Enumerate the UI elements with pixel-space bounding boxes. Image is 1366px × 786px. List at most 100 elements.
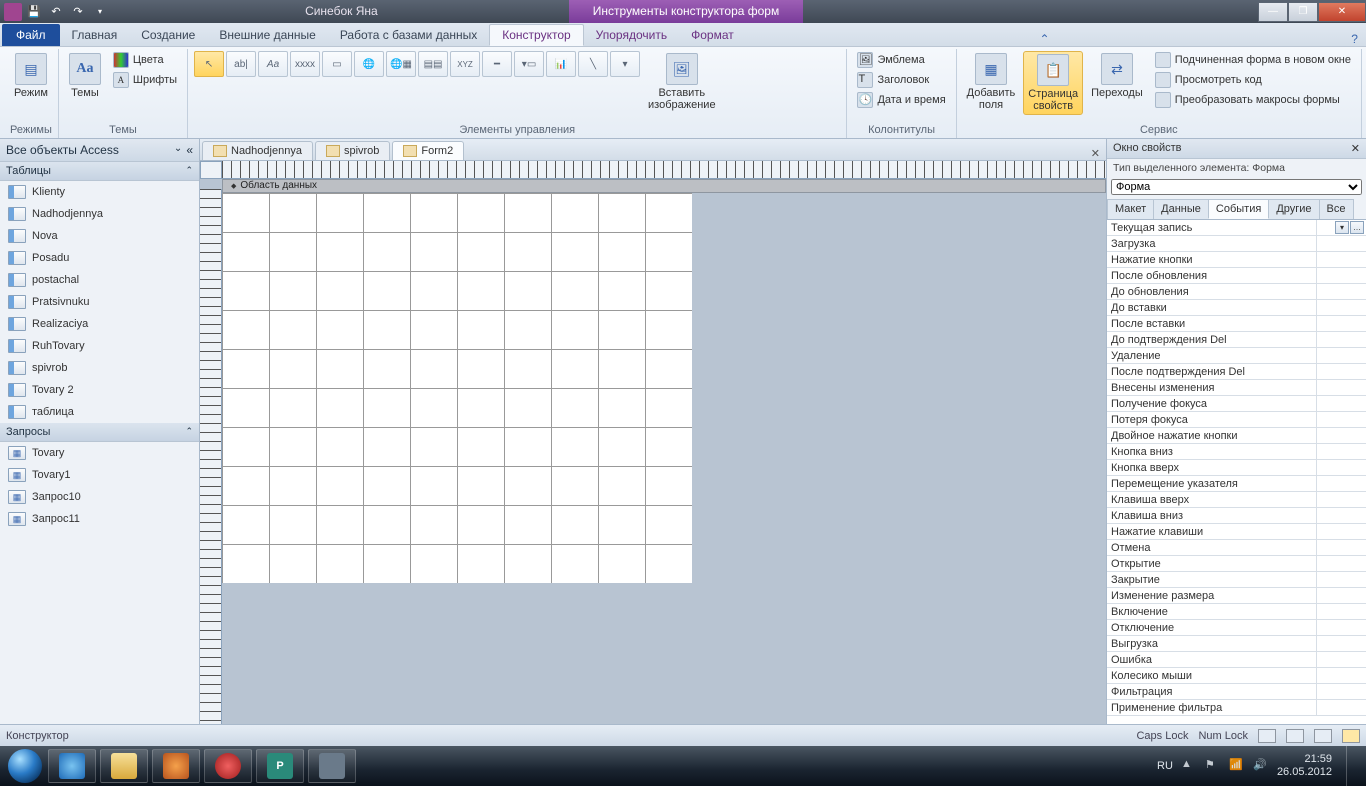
help-icon[interactable]: ? — [1343, 32, 1366, 46]
form-design-surface[interactable]: Область данных — [200, 161, 1106, 724]
prop-value[interactable] — [1316, 524, 1366, 539]
prop-value[interactable] — [1316, 316, 1366, 331]
prop-row[interactable]: Открытие — [1107, 556, 1366, 572]
nav-item[interactable]: Tovary — [0, 442, 199, 464]
prop-value[interactable] — [1316, 636, 1366, 651]
doc-tab-0[interactable]: Nadhodjennya — [202, 141, 313, 160]
prop-value[interactable] — [1316, 444, 1366, 459]
prop-value[interactable] — [1316, 652, 1366, 667]
nav-item[interactable]: Запрос10 — [0, 486, 199, 508]
property-sheet-button[interactable]: 📋 Страницасвойств — [1023, 51, 1083, 115]
vertical-ruler[interactable] — [200, 189, 222, 724]
prop-value[interactable] — [1316, 236, 1366, 251]
prop-value[interactable] — [1316, 252, 1366, 267]
ctl-pagebreak[interactable]: ━ — [482, 51, 512, 77]
ptab-other[interactable]: Другие — [1268, 199, 1319, 219]
taskbar-publisher[interactable]: P — [256, 749, 304, 783]
view-button[interactable]: ▤ Режим — [10, 51, 52, 101]
close-tab-icon[interactable]: ✕ — [1085, 147, 1106, 160]
prop-row[interactable]: Внесены изменения — [1107, 380, 1366, 396]
nav-item[interactable]: Pratsivnuku — [0, 291, 199, 313]
prop-value[interactable] — [1316, 588, 1366, 603]
nav-item[interactable]: Tovary 2 — [0, 379, 199, 401]
tray-volume-icon[interactable]: 🔊 — [1253, 758, 1269, 774]
prop-row[interactable]: До обновления — [1107, 284, 1366, 300]
prop-row[interactable]: Изменение размера — [1107, 588, 1366, 604]
nav-item[interactable]: таблица — [0, 401, 199, 423]
nav-section-header[interactable]: Таблицы⌃ — [0, 162, 199, 181]
prop-value[interactable] — [1316, 332, 1366, 347]
ptab-layout[interactable]: Макет — [1107, 199, 1154, 219]
prop-value[interactable] — [1316, 348, 1366, 363]
nav-item[interactable]: RuhTovary — [0, 335, 199, 357]
prop-value[interactable] — [1316, 556, 1366, 571]
prop-value[interactable] — [1316, 684, 1366, 699]
taskbar-opera[interactable] — [204, 749, 252, 783]
prop-row[interactable]: Клавиша вверх — [1107, 492, 1366, 508]
prop-row[interactable]: Потеря фокуса — [1107, 412, 1366, 428]
ctl-button[interactable]: xxxx — [290, 51, 320, 77]
doc-tab-1[interactable]: spivrob — [315, 141, 390, 160]
prop-row[interactable]: До подтверждения Del — [1107, 332, 1366, 348]
nav-item[interactable]: Posadu — [0, 247, 199, 269]
prop-row[interactable]: Удаление — [1107, 348, 1366, 364]
prop-row[interactable]: Фильтрация — [1107, 684, 1366, 700]
prop-row[interactable]: До вставки — [1107, 300, 1366, 316]
prop-value[interactable] — [1316, 604, 1366, 619]
themes-button[interactable]: Aa Темы — [65, 51, 105, 101]
nav-section-header[interactable]: Запросы⌃ — [0, 423, 199, 442]
nav-item[interactable]: Tovary1 — [0, 464, 199, 486]
prop-value[interactable] — [1316, 380, 1366, 395]
ctl-tab[interactable]: ▭ — [322, 51, 352, 77]
view-code-button[interactable]: Просмотреть код — [1151, 71, 1355, 89]
ribbon-minimize-icon[interactable]: ⌃ — [1031, 32, 1057, 46]
qat-customize-icon[interactable]: ▾ — [90, 3, 110, 21]
insert-image-button[interactable]: 🖼 Вставитьизображение — [644, 51, 720, 113]
title-button[interactable]: TЗаголовок — [853, 71, 949, 89]
ctl-combobox[interactable]: ▾▭ — [514, 51, 544, 77]
emblem-button[interactable]: 🖼Эмблема — [853, 51, 949, 69]
nav-item[interactable]: spivrob — [0, 357, 199, 379]
taskbar-explorer[interactable] — [100, 749, 148, 783]
taskbar-clock[interactable]: 21:59 26.05.2012 — [1277, 753, 1332, 779]
file-tab[interactable]: Файл — [2, 24, 60, 46]
prop-row[interactable]: Клавиша вниз — [1107, 508, 1366, 524]
propsheet-object-selector[interactable]: Форма — [1111, 179, 1362, 195]
prop-value[interactable] — [1316, 412, 1366, 427]
prop-value[interactable] — [1316, 620, 1366, 635]
nav-search-icon[interactable]: ⌄ — [174, 143, 182, 157]
propsheet-close-icon[interactable]: ✕ — [1351, 142, 1360, 155]
prop-row[interactable]: Кнопка вверх — [1107, 460, 1366, 476]
lang-indicator[interactable]: RU — [1157, 760, 1173, 772]
prop-value[interactable] — [1316, 492, 1366, 507]
ctl-line[interactable]: ╲ — [578, 51, 608, 77]
nav-collapse-icon[interactable]: « — [186, 143, 193, 157]
prop-row[interactable]: Отмена — [1107, 540, 1366, 556]
prop-row[interactable]: Включение — [1107, 604, 1366, 620]
section-bar-detail[interactable]: Область данных — [222, 179, 1106, 193]
nav-item[interactable]: postachal — [0, 269, 199, 291]
minimize-button[interactable]: — — [1258, 2, 1288, 22]
prop-builder-icon[interactable]: … — [1350, 221, 1364, 234]
prop-row[interactable]: Нажатие кнопки — [1107, 252, 1366, 268]
nav-item[interactable]: Запрос11 — [0, 508, 199, 530]
prop-value[interactable] — [1316, 396, 1366, 411]
tray-action-center-icon[interactable]: ⚑ — [1205, 758, 1221, 774]
prop-value[interactable] — [1316, 268, 1366, 283]
prop-value[interactable] — [1316, 572, 1366, 587]
ctl-textbox[interactable]: ab| — [226, 51, 256, 77]
prop-row[interactable]: После обновления — [1107, 268, 1366, 284]
doc-tab-2[interactable]: Form2 — [392, 141, 464, 160]
tray-flag-icon[interactable]: ▲ — [1181, 758, 1197, 774]
tab-design[interactable]: Конструктор — [489, 24, 583, 46]
redo-icon[interactable]: ↷ — [68, 3, 88, 21]
prop-row[interactable]: Ошибка — [1107, 652, 1366, 668]
tray-network-icon[interactable]: 📶 — [1229, 758, 1245, 774]
tab-create[interactable]: Создание — [129, 24, 207, 46]
prop-row[interactable]: После подтверждения Del — [1107, 364, 1366, 380]
save-icon[interactable]: 💾 — [24, 3, 44, 21]
prop-value[interactable]: ▾… — [1316, 220, 1366, 235]
nav-item[interactable]: Nadhodjennya — [0, 203, 199, 225]
ctl-label[interactable]: Aa — [258, 51, 288, 77]
prop-value[interactable] — [1316, 700, 1366, 715]
